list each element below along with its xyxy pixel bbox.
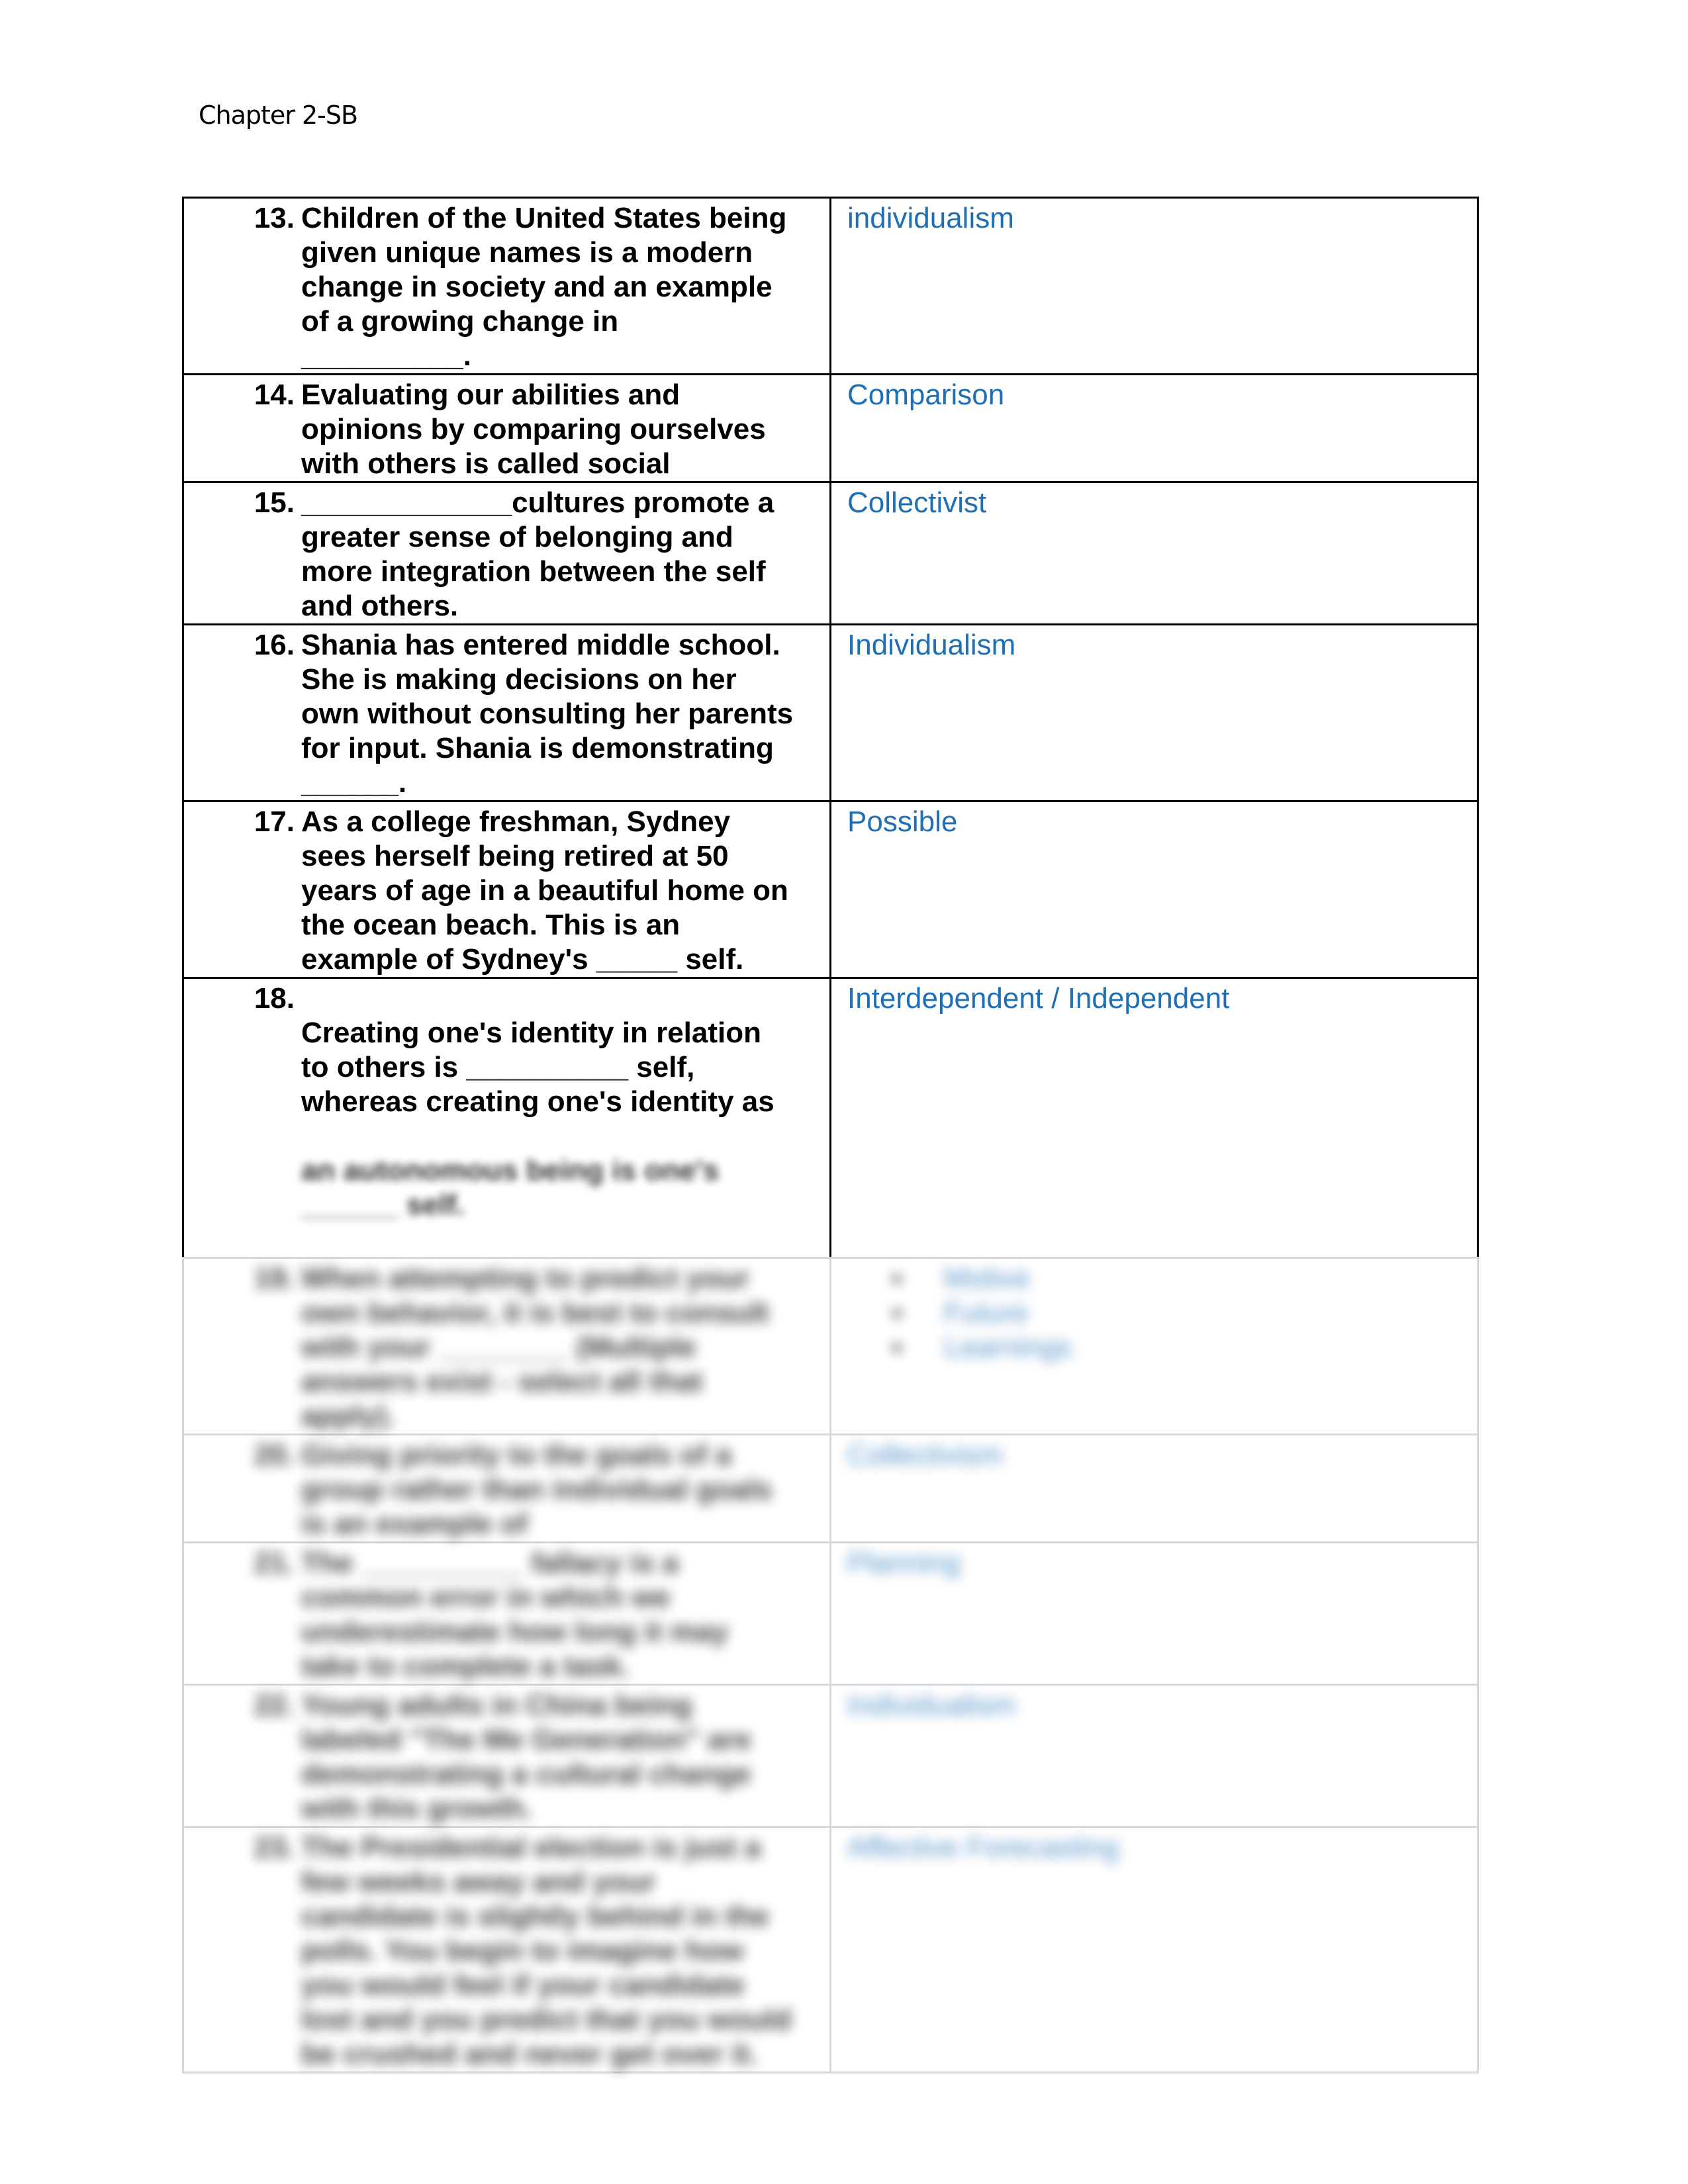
question-text: The __________ fallacy is a common error… [301, 1547, 729, 1682]
question-cell: 13. Children of the United States being … [182, 197, 831, 375]
question-text: Evaluating our abilities and opinions by… [301, 379, 766, 480]
table-row: 17. As a college freshman, Sydney sees h… [182, 800, 1479, 979]
question-number: 21. [254, 1547, 295, 1579]
question-cell: 18. Creating one's identity in relation … [182, 977, 831, 1259]
question-text-blurred: an autonomous being is one's ______ self… [301, 1154, 720, 1221]
question-cell: 22. Young adults in China being labeled … [182, 1684, 831, 1828]
answer-cell[interactable]: ● Motive ● Future ● Learnings [829, 1257, 1479, 1435]
answer-text: Affective Forecasting [847, 1831, 1119, 1864]
answer-text: Comparison [847, 379, 1005, 411]
answer-text: Motive [944, 1262, 1030, 1295]
question-text: Children of the United States being give… [301, 202, 787, 372]
table-row: 13. Children of the United States being … [182, 197, 1479, 375]
answer-cell[interactable]: Planning [829, 1541, 1479, 1686]
question-text: The Presidential election is just a few … [301, 1831, 792, 2070]
table-row: 23. The Presidential election is just a … [182, 1826, 1479, 2073]
answer-cell[interactable]: Interdependent / Independent [829, 977, 1479, 1259]
answer-cell[interactable]: Comparison [829, 373, 1479, 483]
question-number: 22. [254, 1689, 295, 1721]
question-number: 14. [254, 379, 295, 411]
question-answer-table: 13. Children of the United States being … [182, 197, 1479, 2073]
answer-cell[interactable]: Affective Forecasting [829, 1826, 1479, 2073]
bullet-icon: ● [891, 1336, 904, 1358]
answer-text: Collectivism [847, 1439, 1003, 1471]
question-text: Creating one's identity in relation to o… [301, 1017, 774, 1118]
question-text: Young adults in China being labeled "The… [301, 1689, 751, 1825]
blurred-rows: 19. When attempting to predict your own … [182, 1257, 1479, 2073]
answer-cell[interactable]: Collectivism [829, 1433, 1479, 1543]
table-row: 15. _____________cultures promote a grea… [182, 481, 1479, 625]
question-number: 17. [254, 805, 295, 838]
page-header: Chapter 2-SB [199, 101, 358, 130]
question-cell: 19. When attempting to predict your own … [182, 1257, 831, 1435]
question-text: When attempting to predict your own beha… [301, 1262, 769, 1432]
question-number: 15. [254, 486, 295, 519]
question-text: Giving priority to the goals of a group … [301, 1439, 773, 1540]
question-number: 20. [254, 1439, 295, 1471]
question-text-group: Creating one's identity in relation to o… [301, 981, 820, 1256]
table-row: 21. The __________ fallacy is a common e… [182, 1541, 1479, 1686]
answer-text: Individualism [847, 629, 1016, 661]
answer-text: Collectivist [847, 486, 987, 519]
table-row: 16. Shania has entered middle school. Sh… [182, 623, 1479, 802]
question-text: As a college freshman, Sydney sees herse… [301, 805, 788, 976]
question-cell: 14. Evaluating our abilities and opinion… [182, 373, 831, 483]
question-number: 23. [254, 1831, 295, 1864]
answer-cell[interactable]: Individualism [829, 623, 1479, 802]
answer-text: individualism [847, 202, 1014, 234]
answer-cell[interactable]: individualism [829, 197, 1479, 375]
answer-list-item: ● Learnings [891, 1330, 1476, 1365]
answer-text: Future [944, 1297, 1029, 1329]
answer-list-item: ● Motive [891, 1261, 1476, 1296]
answer-cell[interactable]: Possible [829, 800, 1479, 979]
answer-text: Possible [847, 805, 958, 838]
table-row: 14. Evaluating our abilities and opinion… [182, 373, 1479, 483]
question-number: 18. [254, 982, 295, 1015]
table-row: 20. Giving priority to the goals of a gr… [182, 1433, 1479, 1543]
table-row: 22. Young adults in China being labeled … [182, 1684, 1479, 1828]
question-cell: 20. Giving priority to the goals of a gr… [182, 1433, 831, 1543]
bullet-icon: ● [891, 1302, 904, 1324]
question-cell: 16. Shania has entered middle school. Sh… [182, 623, 831, 802]
answer-list: ● Motive ● Future ● Learnings [833, 1261, 1476, 1365]
table-row: 19. When attempting to predict your own … [182, 1257, 1479, 1435]
answer-text: Interdependent / Independent [847, 982, 1230, 1015]
answer-cell[interactable]: Individualism [829, 1684, 1479, 1828]
question-number: 19. [254, 1262, 295, 1295]
question-cell: 15. _____________cultures promote a grea… [182, 481, 831, 625]
answer-text: Individualism [847, 1689, 1016, 1721]
answer-text: Planning [847, 1547, 961, 1579]
question-text: _____________cultures promote a greater … [301, 486, 774, 622]
question-cell: 23. The Presidential election is just a … [182, 1826, 831, 2073]
question-number: 16. [254, 629, 295, 661]
question-cell: 17. As a college freshman, Sydney sees h… [182, 800, 831, 979]
answer-text: Learnings [944, 1331, 1072, 1363]
bullet-icon: ● [891, 1267, 904, 1289]
answer-list-item: ● Future [891, 1296, 1476, 1330]
question-number: 13. [254, 202, 295, 234]
question-text: Shania has entered middle school. She is… [301, 629, 794, 799]
table-row: 18. Creating one's identity in relation … [182, 977, 1479, 1259]
answer-cell[interactable]: Collectivist [829, 481, 1479, 625]
question-cell: 21. The __________ fallacy is a common e… [182, 1541, 831, 1686]
